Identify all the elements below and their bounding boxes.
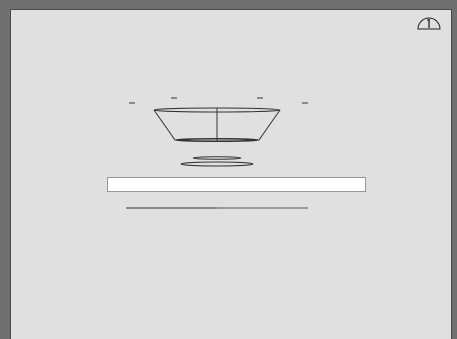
- text-input[interactable]: [107, 177, 366, 192]
- main-panel: [10, 9, 452, 339]
- progress-bar: [126, 207, 308, 209]
- wireframe-dish-icon: [129, 97, 308, 167]
- app-window: [0, 0, 457, 339]
- info-gauge-icon[interactable]: [416, 14, 442, 32]
- progress-fill: [126, 207, 217, 209]
